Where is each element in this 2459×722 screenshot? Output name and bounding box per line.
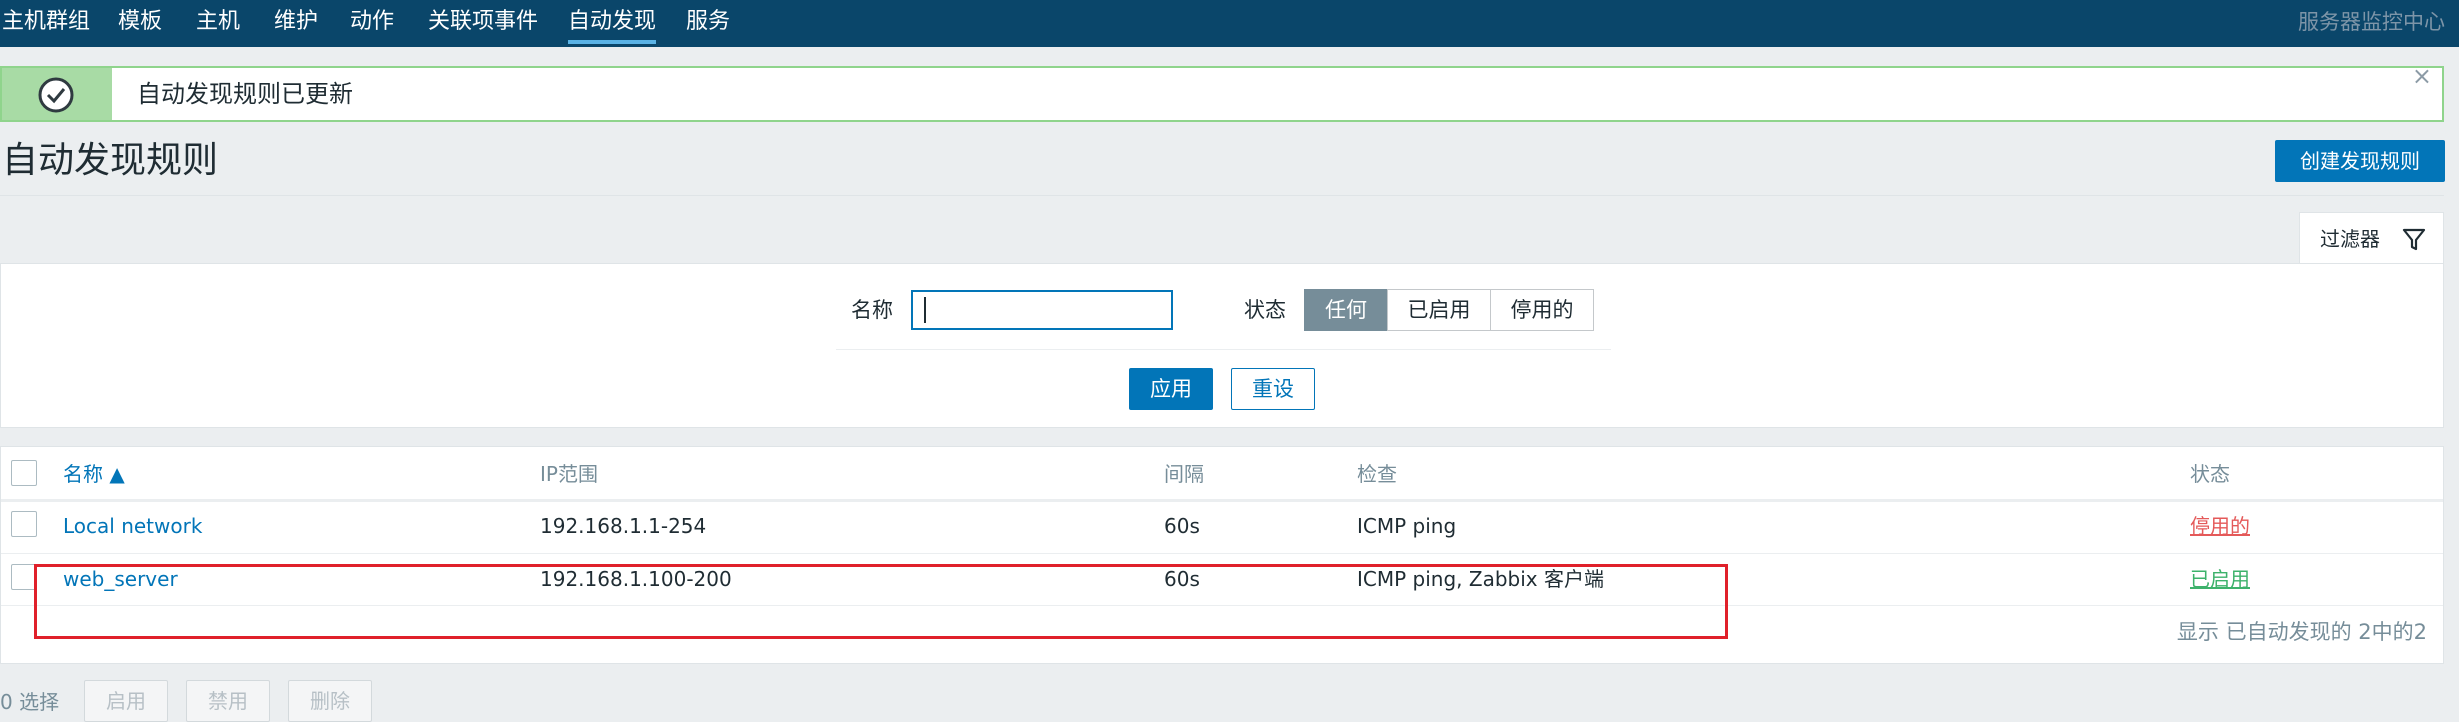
rule-name-link[interactable]: web_server xyxy=(63,564,178,594)
row-checkbox[interactable] xyxy=(11,511,37,537)
row-divider xyxy=(1,605,2443,606)
enable-selected-button[interactable]: 启用 xyxy=(84,680,168,722)
nav-services[interactable]: 服务 xyxy=(686,0,730,47)
checks-cell: ICMP ping, Zabbix 客户端 xyxy=(1357,567,1604,591)
status-option-any[interactable]: 任何 xyxy=(1304,289,1388,331)
filter-divider xyxy=(836,349,1611,350)
rule-name-link[interactable]: Local network xyxy=(63,511,202,541)
nav-templates[interactable]: 模板 xyxy=(118,0,162,47)
status-label: 状态 xyxy=(1244,298,1286,322)
column-checks: 检查 xyxy=(1357,462,1397,486)
create-discovery-rule-button[interactable]: 创建发现规则 xyxy=(2275,140,2445,182)
status-toggle[interactable]: 已启用 xyxy=(2190,564,2250,594)
column-ip-range: IP范围 xyxy=(540,462,598,486)
status-option-disabled[interactable]: 停用的 xyxy=(1490,289,1594,331)
name-filter-input[interactable] xyxy=(911,290,1173,330)
success-message-text: 自动发现规则已更新 xyxy=(137,80,353,108)
success-icon-box xyxy=(2,68,112,120)
column-interval: 间隔 xyxy=(1164,462,1204,486)
discovery-rules-table: 名称 ▲ IP范围 间隔 检查 状态 Local network 192.168… xyxy=(0,446,2444,664)
row-divider xyxy=(1,553,2443,554)
nav-server-name: 服务器监控中心 xyxy=(2298,10,2445,34)
filter-icon xyxy=(2402,228,2426,251)
reset-button[interactable]: 重设 xyxy=(1231,368,1315,410)
nav-hosts[interactable]: 主机 xyxy=(196,0,240,47)
column-status: 状态 xyxy=(2190,462,2230,486)
close-icon[interactable]: × xyxy=(2412,62,2432,90)
nav-host-groups[interactable]: 主机群组 xyxy=(2,0,90,47)
nav-maintenance[interactable]: 维护 xyxy=(274,0,318,47)
table-footer-count: 显示 已自动发现的 2中的2 xyxy=(2176,620,2427,644)
nav-actions[interactable]: 动作 xyxy=(350,0,394,47)
title-divider xyxy=(0,195,2444,196)
select-all-checkbox[interactable] xyxy=(11,460,37,486)
text-caret xyxy=(924,297,926,323)
page-title: 自动发现规则 xyxy=(2,140,219,181)
column-name[interactable]: 名称 ▲ xyxy=(63,447,125,501)
nav-correlation[interactable]: 关联项事件 xyxy=(428,0,538,47)
filter-tab-label: 过滤器 xyxy=(2320,227,2380,251)
row-checkbox[interactable] xyxy=(11,564,37,590)
success-message: 自动发现规则已更新 × xyxy=(0,62,2444,122)
status-option-enabled[interactable]: 已启用 xyxy=(1387,289,1491,331)
disable-selected-button[interactable]: 禁用 xyxy=(186,680,270,722)
delete-selected-button[interactable]: 删除 xyxy=(288,680,372,722)
interval-cell: 60s xyxy=(1164,514,1200,538)
ip-range-cell: 192.168.1.1-254 xyxy=(540,514,707,538)
nav-discovery[interactable]: 自动发现 xyxy=(568,0,657,47)
check-circle-icon xyxy=(38,77,74,113)
header-divider xyxy=(1,499,2443,502)
checks-cell: ICMP ping xyxy=(1357,514,1457,538)
interval-cell: 60s xyxy=(1164,567,1200,591)
name-label: 名称 xyxy=(851,298,893,322)
filter-tab[interactable]: 过滤器 xyxy=(2299,212,2444,264)
status-toggle[interactable]: 停用的 xyxy=(2190,511,2250,541)
selected-count: 0 选择 xyxy=(0,690,60,714)
apply-button[interactable]: 应用 xyxy=(1129,368,1213,410)
ip-range-cell: 192.168.1.100-200 xyxy=(540,567,732,591)
top-navigation: 主机群组 模板 主机 维护 动作 关联项事件 自动发现 服务 服务器监控中心 xyxy=(0,0,2459,47)
filter-panel: 名称 状态 任何 已启用 停用的 应用 重设 xyxy=(0,263,2444,428)
